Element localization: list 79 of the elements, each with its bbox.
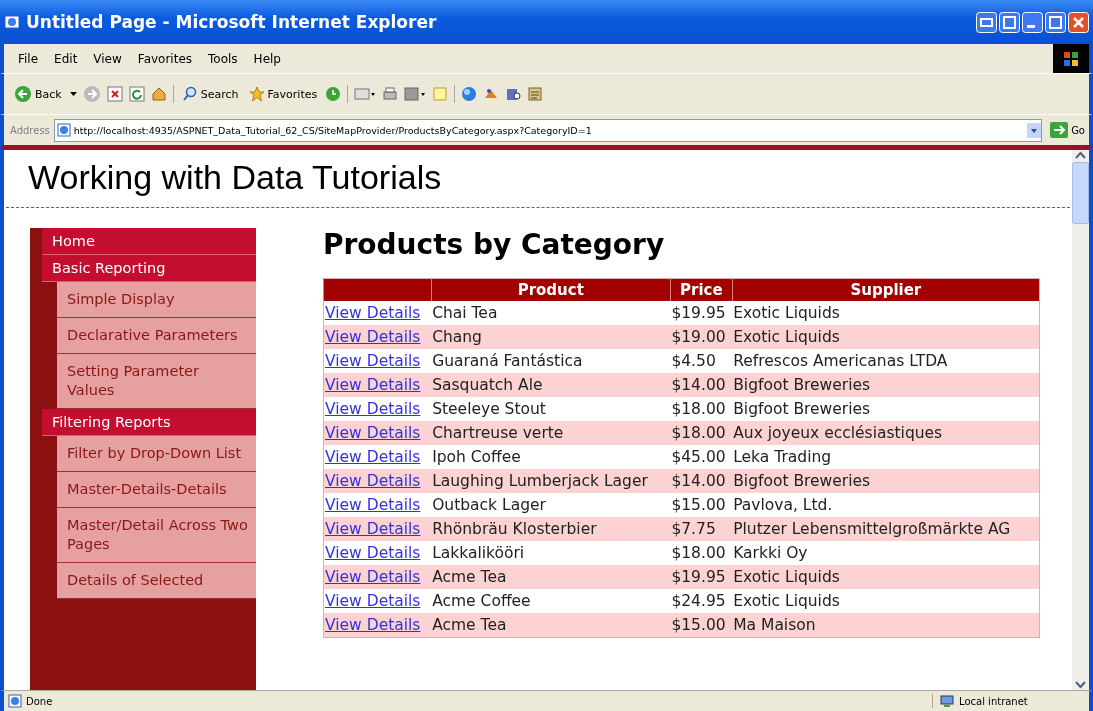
table-cell: Exotic Liquids bbox=[732, 565, 1040, 589]
table-cell: Exotic Liquids bbox=[732, 301, 1040, 325]
search-button[interactable]: Search bbox=[179, 86, 241, 102]
view-details-link[interactable]: View Details bbox=[325, 592, 421, 610]
window-title: Untitled Page - Microsoft Internet Explorer bbox=[26, 12, 438, 32]
favorites-button[interactable]: Favorites bbox=[246, 86, 320, 102]
status-text: Done bbox=[26, 695, 54, 707]
view-details-link[interactable]: View Details bbox=[325, 400, 421, 418]
table-cell: $18.00 bbox=[670, 421, 733, 445]
header-cell: Price bbox=[670, 278, 733, 301]
table-cell: $19.95 bbox=[670, 301, 733, 325]
table-cell: Guaraná Fantástica bbox=[431, 349, 671, 373]
table-cell: Karkki Oy bbox=[732, 541, 1040, 565]
header-cell: Supplier bbox=[732, 278, 1040, 301]
menu-item[interactable]: Favorites bbox=[131, 50, 199, 67]
table-cell: Chartreuse verte bbox=[431, 421, 671, 445]
go-button[interactable]: Go bbox=[1046, 122, 1089, 138]
sidebar-subitem[interactable]: Filter by Drop-Down List bbox=[57, 436, 256, 472]
menu-item[interactable]: View bbox=[87, 50, 128, 67]
sidebar-item[interactable]: Filtering Reports bbox=[42, 409, 256, 436]
sidebar-subitem[interactable]: Master-Details-Details bbox=[57, 472, 256, 508]
menu-item[interactable]: Help bbox=[247, 50, 287, 67]
table-cell: $4.50 bbox=[670, 349, 733, 373]
table-cell: $15.00 bbox=[670, 613, 733, 638]
table-cell: Laughing Lumberjack Lager bbox=[431, 469, 671, 493]
table-cell: Pavlova, Ltd. bbox=[732, 493, 1040, 517]
page-heading: Products by Category bbox=[323, 228, 666, 261]
sidebar-item[interactable]: Basic Reporting bbox=[42, 255, 256, 282]
table-cell: Outback Lager bbox=[431, 493, 671, 517]
table-cell: $15.00 bbox=[670, 493, 733, 517]
menu-item[interactable]: Edit bbox=[48, 50, 84, 67]
view-details-link[interactable]: View Details bbox=[325, 304, 421, 322]
menu-item[interactable]: Tools bbox=[202, 50, 244, 67]
view-details-link[interactable]: View Details bbox=[325, 544, 421, 562]
table-cell: $18.00 bbox=[670, 541, 733, 565]
table-cell: $45.00 bbox=[670, 445, 733, 469]
table-cell: $14.00 bbox=[670, 469, 733, 493]
table-cell: Ma Maison bbox=[732, 613, 1040, 638]
site-title: Working with Data Tutorials bbox=[28, 158, 442, 196]
table-cell: Refrescos Americanas LTDA bbox=[732, 349, 1040, 373]
view-details-link[interactable]: View Details bbox=[325, 496, 421, 514]
table-cell: Leka Trading bbox=[732, 445, 1040, 469]
table-cell: Ipoh Coffee bbox=[431, 445, 671, 469]
table-cell: Acme Coffee bbox=[431, 589, 671, 613]
table-cell: Steeleye Stout bbox=[431, 397, 671, 421]
table-cell: $18.00 bbox=[670, 397, 733, 421]
table-cell: $7.75 bbox=[670, 517, 733, 541]
address-field[interactable]: http://localhost:4935/ASPNET_Data_Tutorial_62_CS/SiteMapProvider/ProductsByCategory.aspx?CategoryID=1 bbox=[53, 118, 1043, 142]
table-cell: Chang bbox=[431, 325, 671, 349]
table-cell: Lakkalikööri bbox=[431, 541, 671, 565]
table-cell: Rhönbräu Klosterbier bbox=[431, 517, 671, 541]
sidebar-subitem[interactable]: Master/Detail Across Two Pages bbox=[57, 508, 256, 563]
table-cell: Bigfoot Breweries bbox=[732, 469, 1040, 493]
view-details-link[interactable]: View Details bbox=[325, 352, 421, 370]
table-cell: Bigfoot Breweries bbox=[732, 397, 1040, 421]
sidebar-item[interactable]: Home bbox=[42, 228, 256, 255]
table-cell: Exotic Liquids bbox=[732, 589, 1040, 613]
table-cell: Acme Tea bbox=[431, 565, 671, 589]
table-cell: $19.95 bbox=[670, 565, 733, 589]
header-cell: Product bbox=[431, 278, 671, 301]
table-cell: Bigfoot Breweries bbox=[732, 373, 1040, 397]
table-cell: Chai Tea bbox=[431, 301, 671, 325]
table-cell: Acme Tea bbox=[431, 613, 671, 638]
address-label: Address bbox=[10, 124, 50, 136]
zone-text: Local intranet bbox=[959, 695, 1028, 707]
menu-item[interactable]: File bbox=[12, 50, 45, 67]
view-details-link[interactable]: View Details bbox=[325, 448, 421, 466]
sidebar-subitem[interactable]: Details of Selected bbox=[57, 563, 256, 599]
back-button[interactable]: Back bbox=[12, 85, 64, 103]
sidebar-subitem[interactable]: Declarative Parameters bbox=[57, 318, 256, 354]
table-cell: Sasquatch Ale bbox=[431, 373, 671, 397]
sidebar-subitem[interactable]: Setting Parameter Values bbox=[57, 354, 256, 409]
table-cell: Plutzer Lebensmittelgroßmärkte AG bbox=[732, 517, 1040, 541]
table-cell: $24.95 bbox=[670, 589, 733, 613]
sidebar-subitem[interactable]: Simple Display bbox=[57, 282, 256, 318]
table-cell: $14.00 bbox=[670, 373, 733, 397]
table-cell: Exotic Liquids bbox=[732, 325, 1040, 349]
table-cell: $19.00 bbox=[670, 325, 733, 349]
table-cell: Aux joyeux ecclésiastiques bbox=[732, 421, 1040, 445]
